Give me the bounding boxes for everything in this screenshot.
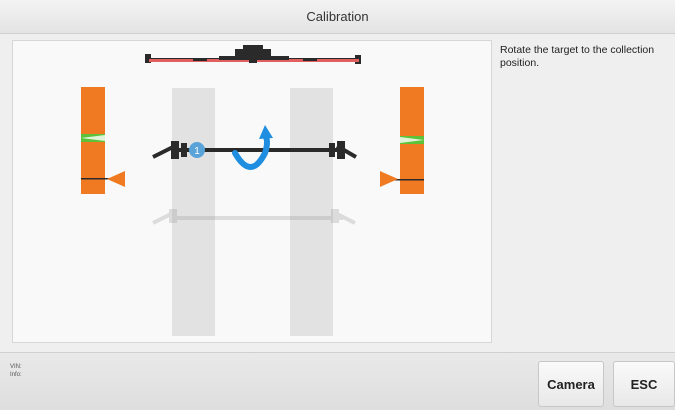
left-track [172, 88, 215, 336]
instruction-text: Rotate the target to the collection posi… [500, 44, 655, 69]
bottom-bar: VIN: Info: Camera ESC [0, 352, 675, 410]
info-label: Info: [10, 372, 22, 378]
vehicle-info: VIN: Info: [10, 363, 22, 379]
position-marker-label: 1 [194, 146, 200, 157]
calibration-diagram: 1 [12, 40, 492, 343]
esc-button[interactable]: ESC [613, 361, 675, 407]
camera-button[interactable]: Camera [538, 361, 604, 407]
content-area: 1 Rotate the target to the collection po… [0, 34, 675, 352]
rotate-arrow-icon [232, 125, 273, 170]
calibration-frame-icon [145, 45, 361, 64]
right-target-icon [380, 87, 424, 194]
diagram-svg: 1 [81, 45, 424, 336]
vin-label: VIN: [10, 364, 22, 370]
left-target-icon [81, 87, 125, 194]
right-track [290, 88, 333, 336]
position-marker: 1 [189, 142, 205, 158]
title-bar: Calibration [0, 0, 675, 34]
window-title: Calibration [306, 9, 369, 24]
